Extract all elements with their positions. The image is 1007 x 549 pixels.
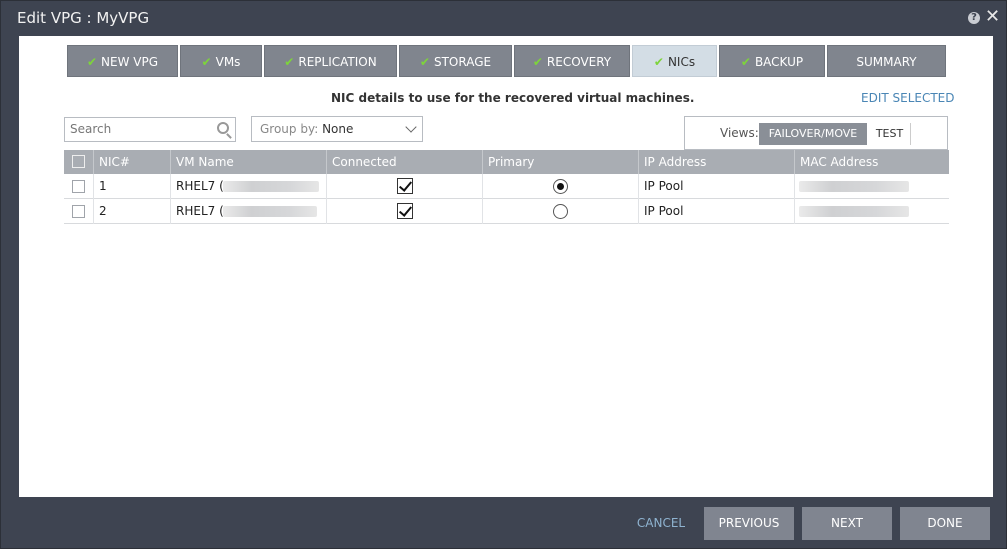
dialog-content: ✔ NEW VPG ✔ VMs ✔ REPLICATION ✔ STORAGE ✔ REC… xyxy=(19,36,993,497)
row-checkbox[interactable] xyxy=(72,205,85,218)
cancel-button[interactable]: CANCEL xyxy=(626,507,696,540)
search-icon[interactable] xyxy=(217,122,229,134)
page-subtitle: NIC details to use for the recovered vir… xyxy=(331,91,695,105)
tab-label: RECOVERY xyxy=(546,55,612,69)
tab-nics[interactable]: ✔ NICs xyxy=(632,45,717,77)
connected-cell xyxy=(327,174,483,199)
check-icon: ✔ xyxy=(532,55,543,69)
tab-label: REPLICATION xyxy=(298,55,377,69)
check-icon: ✔ xyxy=(653,55,664,69)
nic-number: 2 xyxy=(94,199,171,224)
table-row[interactable]: 1 RHEL7 ( IP Pool xyxy=(64,174,949,199)
primary-cell xyxy=(483,174,639,199)
tab-storage[interactable]: ✔ STORAGE xyxy=(399,45,512,77)
tab-label: VMs xyxy=(215,55,241,69)
tab-label: NICs xyxy=(667,55,696,69)
col-mac-address[interactable]: MAC Address xyxy=(795,150,949,174)
tab-replication[interactable]: ✔ REPLICATION xyxy=(264,45,397,77)
views-label: Views: xyxy=(720,126,759,140)
check-icon: ✔ xyxy=(740,55,751,69)
previous-button[interactable]: PREVIOUS xyxy=(704,507,794,540)
view-test-button[interactable]: TEST xyxy=(869,123,911,145)
search-field[interactable] xyxy=(64,117,236,142)
col-vm-name[interactable]: VM Name xyxy=(171,150,327,174)
mac-address-cell xyxy=(795,174,949,199)
col-ip-address[interactable]: IP Address xyxy=(639,150,795,174)
tab-vms[interactable]: ✔ VMs xyxy=(180,45,262,77)
vm-name: RHEL7 ( xyxy=(176,204,224,218)
mac-address-cell xyxy=(795,199,949,224)
tab-label: STORAGE xyxy=(433,55,492,69)
vm-name-cell: RHEL7 ( xyxy=(171,199,327,224)
edit-selected-link[interactable]: EDIT SELECTED xyxy=(861,91,955,105)
views-toggle: Views: FAILOVER/MOVE TEST xyxy=(684,116,948,150)
redacted-text xyxy=(799,181,909,192)
edit-vpg-dialog: Edit VPG : MyVPG ? ✕ ✔ NEW VPG ✔ VMs ✔ REPL… xyxy=(0,0,1007,549)
group-by-label: Group by: xyxy=(260,122,319,136)
row-select-cell xyxy=(64,199,94,224)
redacted-text xyxy=(223,206,317,217)
row-select-cell xyxy=(64,174,94,199)
connected-checkbox[interactable] xyxy=(397,203,413,219)
row-checkbox[interactable] xyxy=(72,180,85,193)
group-by-value: None xyxy=(322,122,354,136)
col-connected[interactable]: Connected xyxy=(327,150,483,174)
redacted-text xyxy=(223,181,319,192)
table-row[interactable]: 2 RHEL7 ( IP Pool xyxy=(64,199,949,224)
tab-new-vpg[interactable]: ✔ NEW VPG xyxy=(67,45,178,77)
select-all-cell xyxy=(64,150,94,174)
title-bar: Edit VPG : MyVPG ? ✕ xyxy=(1,1,1006,35)
close-icon[interactable]: ✕ xyxy=(985,7,1000,27)
vm-name: RHEL7 ( xyxy=(176,179,224,193)
dialog-title: Edit VPG : MyVPG xyxy=(17,9,150,27)
connected-checkbox[interactable] xyxy=(397,178,413,194)
redacted-text xyxy=(799,206,909,217)
tab-label: SUMMARY xyxy=(856,55,917,69)
next-button[interactable]: NEXT xyxy=(802,507,892,540)
table-header: NIC# VM Name Connected Primary IP Addres… xyxy=(64,150,949,174)
check-icon: ✔ xyxy=(201,55,212,69)
check-icon: ✔ xyxy=(86,55,98,69)
ip-address[interactable]: IP Pool xyxy=(639,174,795,199)
vm-name-cell: RHEL7 ( xyxy=(171,174,327,199)
search-input[interactable] xyxy=(65,118,205,140)
primary-radio[interactable] xyxy=(553,179,568,194)
primary-cell xyxy=(483,199,639,224)
group-by-select[interactable]: Group by: None xyxy=(251,116,423,142)
check-icon: ✔ xyxy=(419,55,430,69)
view-failover-move-button[interactable]: FAILOVER/MOVE xyxy=(759,123,867,145)
tab-summary[interactable]: SUMMARY xyxy=(827,45,946,77)
nic-number: 1 xyxy=(94,174,171,199)
ip-address[interactable]: IP Pool xyxy=(639,199,795,224)
help-icon[interactable]: ? xyxy=(968,12,980,24)
primary-radio[interactable] xyxy=(553,204,568,219)
tab-label: NEW VPG xyxy=(101,55,159,69)
tab-recovery[interactable]: ✔ RECOVERY xyxy=(514,45,630,77)
chevron-down-icon xyxy=(405,121,417,133)
col-nic[interactable]: NIC# xyxy=(94,150,171,174)
col-primary[interactable]: Primary xyxy=(483,150,639,174)
check-icon: ✔ xyxy=(284,55,295,69)
done-button[interactable]: DONE xyxy=(900,507,990,540)
connected-cell xyxy=(327,199,483,224)
tab-backup[interactable]: ✔ BACKUP xyxy=(719,45,825,77)
tab-label: BACKUP xyxy=(754,55,804,69)
select-all-checkbox[interactable] xyxy=(72,155,85,168)
